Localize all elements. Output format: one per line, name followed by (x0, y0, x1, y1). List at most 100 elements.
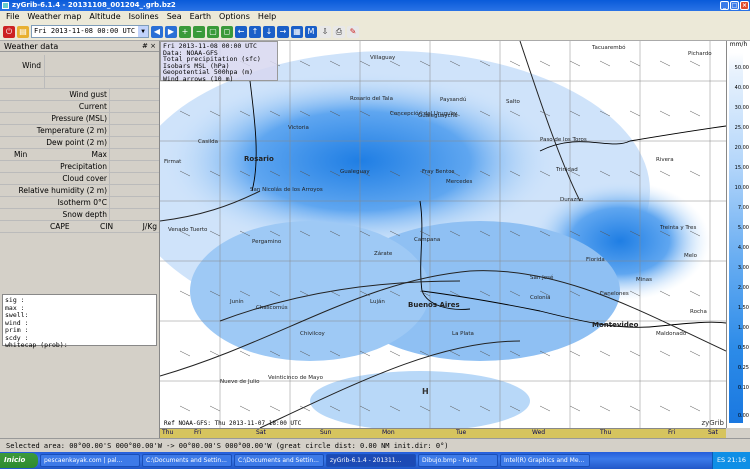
quit-icon[interactable]: ⏻ (3, 25, 15, 38)
previous-date-icon[interactable]: ◀ (151, 25, 163, 38)
menu-earth[interactable]: Earth (186, 11, 215, 23)
label-humidity: Relative humidity (2 m) (18, 186, 107, 195)
row-cape-cin: CAPE CIN J/Kg (0, 221, 159, 233)
city-label: Gualeguay (340, 169, 370, 175)
wave-line: whitecap (prob): (5, 341, 68, 349)
row-current: Current (0, 101, 159, 113)
start-button[interactable]: Inicio (0, 453, 38, 468)
date-select-value: Fri 2013-11-08 00:00 UTC (34, 27, 136, 35)
value-cloud-cover (109, 173, 159, 184)
scale-tick: 0.50 (737, 345, 749, 351)
scale-tick: 10.00 (734, 185, 749, 191)
city-label: Florida (586, 257, 605, 263)
value-pressure (109, 113, 159, 124)
menu-options[interactable]: Options (215, 11, 254, 23)
pan-right-icon[interactable]: → (277, 25, 289, 38)
city-label: Victoria (288, 125, 309, 131)
menu-weather-map[interactable]: Weather map (23, 11, 85, 23)
scale-tick: 2.00 (737, 285, 749, 291)
date-select[interactable]: Fri 2013-11-08 00:00 UTC ▼ (31, 25, 149, 38)
task-item[interactable]: Intel(R) Graphics and Me... (500, 454, 590, 467)
task-item[interactable]: Dibujo.bmp - Paint (418, 454, 498, 467)
close-button[interactable]: × (740, 1, 749, 10)
city-label: La Plata (452, 331, 474, 337)
value-precipitation (109, 161, 159, 172)
download-icon[interactable]: ⇩ (319, 25, 331, 38)
task-item[interactable]: pescaenkayak.com | pal... (40, 454, 140, 467)
zoom-out-icon[interactable]: − (193, 25, 205, 38)
row-humidity: Relative humidity (2 m) (0, 185, 159, 197)
city-label: Luján (370, 299, 385, 305)
value-humidity (109, 185, 159, 196)
city-label: Pichardo (688, 51, 712, 57)
city-label: Trinidad (556, 167, 578, 173)
menu-altitude[interactable]: Altitude (85, 11, 124, 23)
row-precipitation: Precipitation (0, 161, 159, 173)
city-label: Mercedes (446, 179, 473, 185)
menu-isolines[interactable]: Isolines (125, 11, 163, 23)
pan-up-icon[interactable]: ↑ (249, 25, 261, 38)
minimize-button[interactable]: _ (720, 1, 729, 10)
weather-map[interactable]: Fri 2013-11-08 00:00 UTC Data: NOAA-GFS … (160, 41, 726, 428)
value-dew-point (109, 137, 159, 148)
label-cin: CIN (100, 222, 114, 231)
city-label: Rosario del Tala (350, 96, 393, 102)
language-indicator[interactable]: ES (717, 456, 725, 464)
value-wind-gust (109, 89, 159, 100)
city-label: Veinticinco de Mayo (268, 375, 323, 381)
scale-tick: 0.25 (737, 365, 749, 371)
row-wind-gust: Wind gust (0, 89, 159, 101)
window-title: zyGrib-6.1.4 - 20131108_001204_.grb.bz2 (12, 1, 176, 9)
task-item[interactable]: C:\Documents and Settin... (234, 454, 324, 467)
timeline-day: Sun (320, 429, 332, 436)
pan-down-icon[interactable]: ↓ (263, 25, 275, 38)
city-label: Villaguay (370, 55, 396, 61)
label-current: Current (78, 102, 107, 111)
zoom-area-icon[interactable]: ▢ (207, 25, 219, 38)
panel-controls[interactable]: # × (142, 41, 156, 52)
time-slider[interactable]: Thu Fri Sat Sun Mon Tue Wed Thu Fri Sat (160, 428, 726, 438)
menu-help[interactable]: Help (254, 11, 280, 23)
task-item[interactable]: zyGrib-6.1.4 - 201311... (326, 454, 416, 467)
zoom-in-icon[interactable]: + (179, 25, 191, 38)
city-label: Pergamino (252, 239, 282, 245)
timeline-day: Thu (600, 429, 612, 436)
timeline-day: Sat (256, 429, 266, 436)
value-max (109, 149, 159, 160)
print-icon[interactable]: ⎙ (333, 25, 345, 38)
value-blank (44, 77, 159, 88)
pan-left-icon[interactable]: ← (235, 25, 247, 38)
menu-sea[interactable]: Sea (163, 11, 186, 23)
label-pressure: Pressure (MSL) (51, 114, 107, 123)
map-icon[interactable]: M (305, 25, 317, 38)
menu-bar: File Weather map Altitude Isolines Sea E… (0, 11, 750, 23)
task-item[interactable]: C:\Documents and Settin... (142, 454, 232, 467)
tools-icon[interactable]: ✎ (347, 25, 359, 38)
row-min-max: Min Max (0, 149, 159, 161)
open-file-icon[interactable]: ▤ (17, 25, 29, 38)
city-label: Buenos Aires (408, 301, 460, 309)
chevron-down-icon[interactable]: ▼ (138, 26, 148, 37)
label-cape: CAPE (50, 222, 70, 231)
value-isotherm (109, 197, 159, 208)
row-isotherm: Isotherm 0°C (0, 197, 159, 209)
city-label: San Nicolás de los Arroyos (250, 187, 323, 193)
label-min: Min (14, 150, 28, 159)
panel-title: Weather data (4, 42, 59, 51)
scale-tick: 30.00 (734, 105, 749, 111)
city-label: Campana (414, 237, 441, 243)
scale-tick: 1.00 (737, 325, 749, 331)
city-label: Concepción del Uruguay (390, 111, 458, 117)
info-line: Wind arrows (10 m) (163, 74, 234, 83)
clock: 21:16 (727, 456, 746, 464)
maximize-button[interactable]: □ (730, 1, 739, 10)
city-label: Melo (684, 253, 698, 259)
scale-tick: 4.00 (737, 245, 749, 251)
zoom-all-icon[interactable]: ◻ (221, 25, 233, 38)
meteotable-icon[interactable]: ▦ (291, 25, 303, 38)
next-date-icon[interactable]: ▶ (165, 25, 177, 38)
city-label: Salto (506, 99, 520, 105)
label-temperature: Temperature (2 m) (36, 126, 107, 135)
menu-file[interactable]: File (2, 11, 23, 23)
wave-info-box: sig : max : swell: wind : prim : scdy : … (2, 294, 157, 349)
